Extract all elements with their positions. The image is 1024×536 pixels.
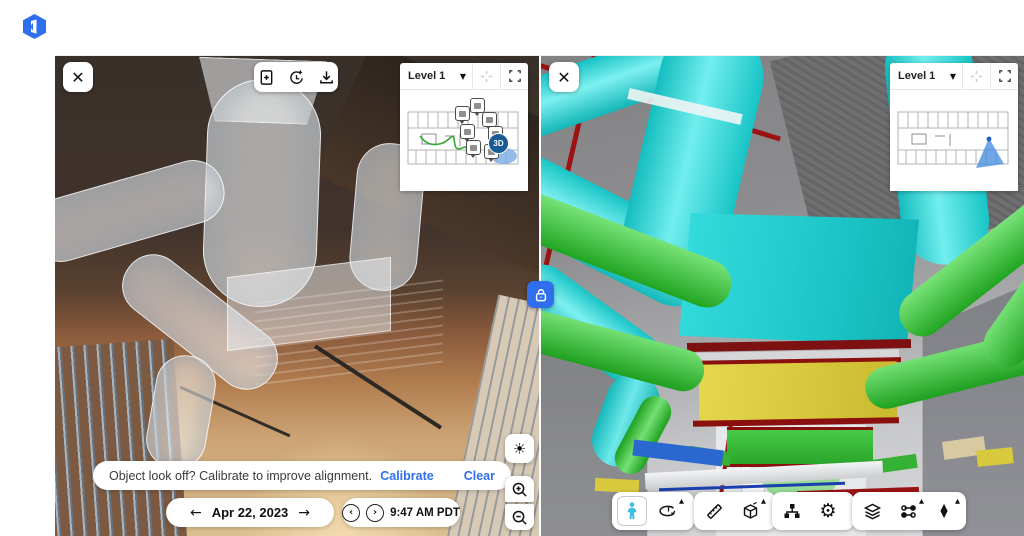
photo-marker[interactable]	[460, 124, 475, 139]
add-field-note-icon[interactable]	[258, 69, 275, 86]
photo-marker[interactable]	[455, 106, 470, 121]
recenter-icon[interactable]	[472, 63, 500, 89]
settings-gear-icon: ⚙	[819, 502, 836, 521]
systems-icon	[899, 502, 918, 521]
measure-ruler-icon	[705, 502, 724, 521]
minimap-header: Level 1 ▼	[400, 63, 528, 90]
top-bar	[0, 0, 1024, 56]
calibrate-banner: Object look off? Calibrate to improve al…	[93, 461, 511, 490]
section-box-icon	[741, 502, 760, 521]
model-panel[interactable]: ✕ Level 1 ▼	[541, 55, 1024, 536]
marker-3d-badge[interactable]: 3D	[488, 133, 509, 154]
more-options-indicator: ▲	[955, 497, 960, 505]
chevron-down-icon[interactable]: ▼	[460, 72, 472, 81]
more-options-indicator: ▲	[679, 497, 684, 505]
measure-tool-group: ▲	[694, 492, 776, 530]
prev-date-button[interactable]: ←	[190, 505, 202, 521]
orbit-mode-button[interactable]: ▲	[653, 496, 683, 526]
systems-button[interactable]: ▲	[893, 496, 923, 526]
lock-icon	[533, 287, 549, 303]
download-icon[interactable]	[318, 69, 335, 86]
zoom-in-button[interactable]	[505, 476, 534, 502]
clear-button[interactable]: Clear	[464, 469, 495, 483]
orbit-icon	[659, 502, 678, 521]
elevation-button[interactable]: ▲ ▼ ▲	[929, 496, 959, 526]
app-logo-cube-icon[interactable]	[21, 13, 48, 40]
expand-minimap-icon[interactable]	[990, 63, 1018, 89]
layers-button[interactable]	[857, 496, 887, 526]
calibrate-message: Object look off? Calibrate to improve al…	[109, 469, 380, 483]
photo-marker[interactable]	[470, 98, 485, 113]
minimap-floorplan[interactable]: 3D	[400, 90, 528, 191]
next-date-button[interactable]: →	[298, 505, 310, 521]
photo-panel[interactable]: ✕ Level 1 ▼	[55, 55, 539, 536]
next-time-button[interactable]: ›	[366, 504, 384, 522]
chevron-down-icon[interactable]: ▼	[950, 72, 962, 81]
model-tree-button[interactable]	[777, 496, 807, 526]
layers-tool-group: ▲ ▲ ▼ ▲	[852, 492, 966, 530]
model-minimap[interactable]: Level 1 ▼	[890, 63, 1018, 191]
section-box-button[interactable]: ▲	[735, 496, 765, 526]
settings-button[interactable]: ⚙	[813, 496, 843, 526]
left-rail	[0, 55, 55, 536]
layers-icon	[863, 502, 882, 521]
calibrate-button[interactable]: Calibrate	[380, 469, 434, 483]
photo-minimap[interactable]: Level 1 ▼	[400, 63, 528, 191]
walk-person-icon	[624, 502, 640, 520]
more-options-indicator: ▲	[761, 497, 766, 505]
photo-marker[interactable]	[466, 140, 481, 155]
history-timelapse-icon[interactable]	[288, 69, 305, 86]
date-navigator: ← Apr 22, 2023 →	[166, 498, 334, 527]
minimap-header: Level 1 ▼	[890, 63, 1018, 90]
model-tree-icon	[783, 502, 801, 520]
current-date[interactable]: Apr 22, 2023	[212, 505, 289, 520]
expand-minimap-icon[interactable]	[500, 63, 528, 89]
walk-mode-button[interactable]	[617, 496, 647, 526]
zoom-out-button[interactable]	[505, 504, 534, 530]
photo-toolbar	[254, 62, 338, 92]
elevation-down-icon: ▼	[940, 511, 947, 518]
photo-marker[interactable]	[482, 112, 497, 127]
app-window: ✕ Level 1 ▼	[0, 0, 1024, 536]
measure-button[interactable]	[699, 496, 729, 526]
brightness-button[interactable]: ☀	[505, 434, 534, 463]
recenter-icon[interactable]	[962, 63, 990, 89]
current-time: 9:47 AM PDT	[390, 507, 460, 519]
level-selector[interactable]: Level 1	[890, 70, 935, 82]
time-navigator: ‹ › 9:47 AM PDT	[342, 498, 460, 527]
view-sync-lock-button[interactable]	[527, 281, 554, 308]
nav-tool-group: ▲	[612, 492, 694, 530]
prev-time-button[interactable]: ‹	[342, 504, 360, 522]
close-model-button[interactable]: ✕	[549, 62, 579, 92]
zoom-out-icon	[511, 509, 528, 526]
model-tool-group: ⚙	[772, 492, 854, 530]
minimap-floorplan[interactable]	[890, 90, 1018, 191]
more-options-indicator: ▲	[919, 497, 924, 505]
close-photo-button[interactable]: ✕	[63, 62, 93, 92]
level-selector[interactable]: Level 1	[400, 70, 445, 82]
zoom-in-icon	[511, 481, 528, 498]
